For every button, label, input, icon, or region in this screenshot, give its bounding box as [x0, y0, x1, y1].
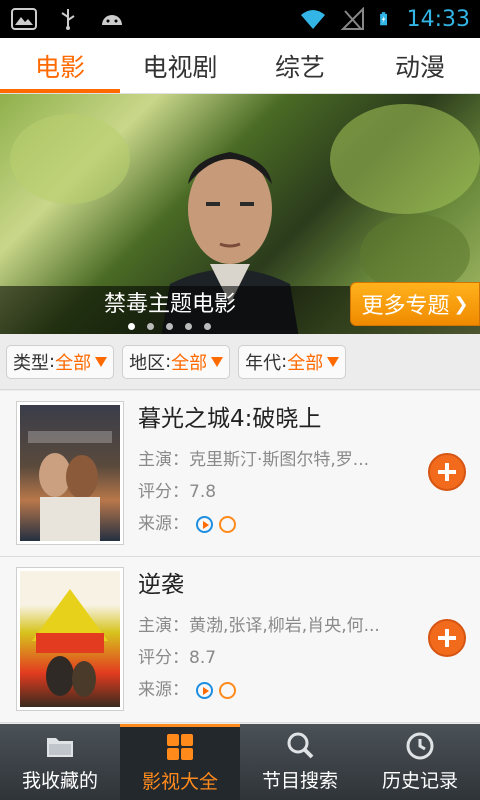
tab-tv-series[interactable]: 电视剧 — [120, 38, 240, 93]
banner-foliage — [10, 114, 130, 204]
video-source-icon — [196, 515, 214, 533]
movie-rating: 评分：8.7 — [138, 643, 216, 668]
search-icon — [287, 732, 314, 758]
wifi-icon — [300, 10, 325, 29]
banner-title: 禁毒主题电影 — [104, 292, 237, 317]
cast-value: 黄渤,张译,柳岩,肖央,何... — [189, 616, 380, 636]
battery-icon — [379, 12, 387, 26]
signal-icon — [340, 7, 364, 30]
list-item[interactable]: 逆袭 主演：黄渤,张译,柳岩,肖央,何... 评分：8.7 来源： — [0, 557, 480, 723]
image-notification-icon — [11, 8, 37, 30]
add-button[interactable] — [428, 619, 466, 657]
grid-icon — [167, 734, 193, 760]
poster-image — [20, 571, 120, 707]
movie-cast: 主演：克里斯汀·斯图尔特,罗... — [138, 445, 369, 470]
banner-foliage — [330, 104, 480, 214]
status-bar: 14:33 — [0, 0, 480, 38]
source-label: 来源： — [138, 680, 189, 700]
filter-value: 全部 — [287, 352, 324, 374]
rating-value: 7.8 — [189, 482, 217, 502]
rating-label: 评分： — [138, 482, 189, 502]
nav-all-videos[interactable]: 影视大全 — [120, 724, 240, 800]
type-filter-dropdown[interactable]: 类型: 全部 — [6, 344, 115, 379]
dropdown-arrow-icon — [327, 356, 340, 367]
region-filter-dropdown[interactable]: 地区: 全部 — [122, 344, 231, 379]
year-filter-dropdown[interactable]: 年代: 全部 — [238, 344, 347, 379]
filter-bar: 类型: 全部 地区: 全部 年代: 全部 — [0, 334, 480, 390]
featured-banner[interactable]: 禁毒主题电影 更多专题 ❯ — [0, 94, 480, 334]
nav-favorites-label: 我收藏的 — [21, 769, 98, 792]
cast-value: 克里斯汀·斯图尔特,罗... — [189, 450, 370, 470]
more-topics-button[interactable]: 更多专题 ❯ — [350, 282, 480, 326]
poster-image — [20, 405, 120, 541]
carousel-dot[interactable] — [166, 323, 173, 330]
carousel-dot[interactable] — [147, 323, 154, 330]
movie-title: 逆袭 — [138, 572, 184, 598]
filter-label: 类型 — [13, 352, 49, 374]
add-button[interactable] — [428, 453, 466, 491]
folder-icon — [47, 737, 73, 757]
source-label: 来源： — [138, 514, 189, 534]
filter-value: 全部 — [55, 352, 92, 374]
video-source-icon — [219, 515, 237, 533]
filter-value: 全部 — [171, 352, 208, 374]
movie-title: 暮光之城4:破晓上 — [138, 406, 322, 432]
list-item[interactable]: 暮光之城4:破晓上 主演：克里斯汀·斯图尔特,罗... 评分：7.8 来源： — [0, 391, 480, 557]
nav-search-label: 节目搜索 — [261, 769, 338, 792]
clock-icon — [406, 732, 434, 759]
dropdown-arrow-icon — [95, 356, 108, 367]
tab-anime[interactable]: 动漫 — [360, 38, 480, 93]
usb-icon — [61, 9, 75, 30]
filter-label: 年代 — [245, 352, 282, 374]
chevron-right-icon: ❯ — [453, 293, 469, 315]
nav-favorites[interactable]: 我收藏的 — [0, 724, 120, 800]
category-tabs: 电影 电视剧 综艺 动漫 — [0, 38, 480, 94]
tab-variety[interactable]: 综艺 — [240, 38, 360, 93]
video-source-icon — [196, 681, 214, 699]
poster-art — [28, 431, 112, 541]
carousel-dot[interactable] — [128, 323, 135, 330]
carousel-indicator — [128, 323, 211, 330]
more-topics-label: 更多专题 — [361, 294, 450, 319]
filter-label: 地区 — [129, 352, 166, 374]
movie-poster[interactable] — [16, 567, 124, 711]
nav-all-videos-label: 影视大全 — [141, 771, 218, 793]
carousel-dot[interactable] — [185, 323, 192, 330]
rating-value: 8.7 — [189, 648, 217, 668]
nav-history-label: 历史记录 — [381, 769, 458, 792]
nav-search[interactable]: 节目搜索 — [240, 724, 360, 800]
bottom-navigation: 我收藏的 影视大全 节目搜索 历史记录 — [0, 724, 480, 800]
cast-label: 主演： — [138, 450, 189, 470]
movie-source: 来源： — [138, 675, 237, 700]
carousel-dot[interactable] — [204, 323, 211, 330]
movie-rating: 评分：7.8 — [138, 477, 216, 502]
cast-label: 主演： — [138, 616, 189, 636]
movie-cast: 主演：黄渤,张译,柳岩,肖央,何... — [138, 611, 380, 636]
movie-source: 来源： — [138, 509, 237, 534]
tab-movies[interactable]: 电影 — [0, 38, 120, 93]
clock-time: 14:33 — [406, 6, 470, 32]
rating-label: 评分： — [138, 648, 189, 668]
movie-list: 暮光之城4:破晓上 主演：克里斯汀·斯图尔特,罗... 评分：7.8 来源： 逆… — [0, 391, 480, 723]
poster-art — [32, 589, 108, 697]
android-icon — [102, 15, 122, 25]
movie-poster[interactable] — [16, 401, 124, 545]
video-source-icon — [219, 681, 237, 699]
nav-history[interactable]: 历史记录 — [360, 724, 480, 800]
dropdown-arrow-icon — [211, 356, 224, 367]
